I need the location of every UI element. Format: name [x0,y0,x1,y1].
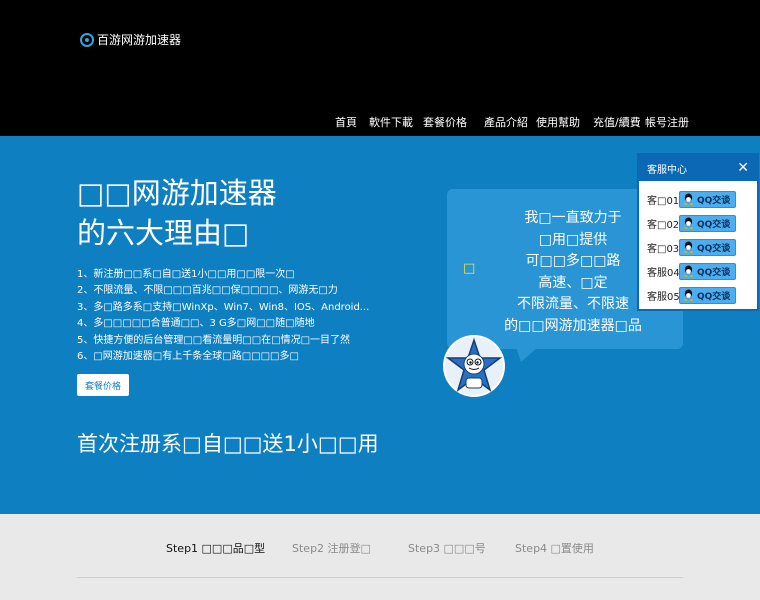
qq-penguin-icon [683,241,694,253]
feature-item: 1、新注册□□系□自□送1小□□用□□限一次□ [77,269,295,280]
customer-service-panel: 客服中心 ✕ 客□01□ QQ交谈 客□02□ QQ交谈 客□03□ QQ交谈 … [637,153,759,311]
qq-chat-label: QQ交谈 [697,291,731,302]
feature-item: 2、不限流量、不限□□□百兆□□保□□□□、网游无□力 [77,285,338,297]
bubble-line: 高速、□定 [538,274,608,291]
service-agent-row: 客服05□ QQ交谈 [647,286,737,304]
bubble-line: □用□提供 [538,231,608,248]
close-icon[interactable]: ✕ [737,161,749,175]
bubble-glyph: □ [463,261,476,276]
nav-item-pricing[interactable]: 套餐价格 [423,114,467,130]
service-agent-row: 客服04□ QQ交谈 [647,262,737,280]
bubble-line: 不限流量、不限速 [517,296,629,312]
pricing-button[interactable]: 套餐价格 [77,374,129,396]
bubble-line: 的□□网游加速器□品 [504,317,642,334]
service-title: 客服中心 [647,164,687,176]
qq-chat-button[interactable]: QQ交谈 [679,262,737,280]
feature-item: 3、多□路多系□支持□WinXp、Win7、Win8、IOS、Android..… [77,301,370,313]
site-logo[interactable]: 百游网游加速器 [80,31,181,48]
feature-item: 4、多□□□□□合普通□□、3 G多□网□□随□随地 [77,318,315,330]
qq-chat-label: QQ交谈 [697,243,731,254]
qq-chat-button[interactable]: QQ交谈 [679,190,737,208]
agent-label: 客服04□ [647,267,690,279]
steps-bar: Step1 □□□品□型 Step2 注册登□ Step3 □□□号 Step4… [0,514,760,600]
step-3[interactable]: Step3 □□□号 [408,540,486,556]
feature-item: 5、快捷方便的后台管理□□看流量明□□在□情况□一目了然 [77,334,351,346]
qq-penguin-icon [683,265,694,277]
qq-penguin-icon [683,217,694,229]
feature-list: 1、新注册□□系□自□送1小□□用□□限一次□ 2、不限流量、不限□□□百兆□□… [77,267,369,365]
nav-item-recharge[interactable]: 充值/續費 [593,114,641,130]
steps-divider [77,577,683,578]
main-nav: 首頁 軟件下載 套餐价格 產品介紹 使用幫助 充值/續費 帳号注册 [0,114,760,130]
nav-item-products[interactable]: 產品介紹 [484,114,528,130]
agent-label: 客□01□ [647,195,689,207]
site-header: 百游网游加速器 首頁 軟件下載 套餐价格 產品介紹 使用幫助 充值/續費 帳号注… [0,0,760,136]
free-trial-text: 首次注册系□自□□送1小□□用 [77,432,379,456]
step-2[interactable]: Step2 注册登□ [292,540,371,556]
hero-subtitle: 的六大理由□ [77,216,250,250]
service-agent-row: 客□02□ QQ交谈 [647,214,737,232]
qq-chat-label: QQ交谈 [697,219,731,230]
qq-chat-button[interactable]: QQ交谈 [679,238,737,256]
nav-item-download[interactable]: 軟件下載 [369,114,413,130]
qq-chat-label: QQ交谈 [697,195,731,206]
qq-chat-button[interactable]: QQ交谈 [679,286,737,304]
nav-item-register[interactable]: 帳号注册 [645,114,689,130]
qq-chat-label: QQ交谈 [697,267,731,278]
mascot-star-icon [443,335,505,397]
bubble-line: 我□一直致力于 [524,210,622,226]
nav-item-help[interactable]: 使用幫助 [536,114,580,130]
service-agent-row: 客□03□ QQ交谈 [647,238,737,256]
bubble-line: 可□□多□□路 [525,253,621,269]
bubble-text: 我□一直致力于 □用□提供 可□□多□□路 高速、□定 不限流量、不限速 的□□… [492,208,654,337]
qq-penguin-icon [683,289,694,301]
step-1[interactable]: Step1 □□□品□型 [166,540,265,556]
service-agent-row: 客□01□ QQ交谈 [647,190,737,208]
agent-label: 客□03□ [647,243,689,255]
circle-logo-icon [80,32,94,47]
logo-text: 百游网游加速器 [97,33,182,47]
agent-label: 客□02□ [647,219,689,231]
feature-item: 6、□网游加速器□有上千条全球□路□□□□多□ [77,351,299,363]
nav-item-home[interactable]: 首頁 [335,114,357,130]
service-header: 客服中心 ✕ [639,155,757,181]
agent-label: 客服05□ [647,291,690,303]
qq-penguin-icon [683,193,694,205]
hero-title: □□网游加速器 [77,176,277,210]
qq-chat-button[interactable]: QQ交谈 [679,214,737,232]
step-4[interactable]: Step4 □置使用 [515,540,594,556]
speech-bubble-tail [516,346,539,362]
